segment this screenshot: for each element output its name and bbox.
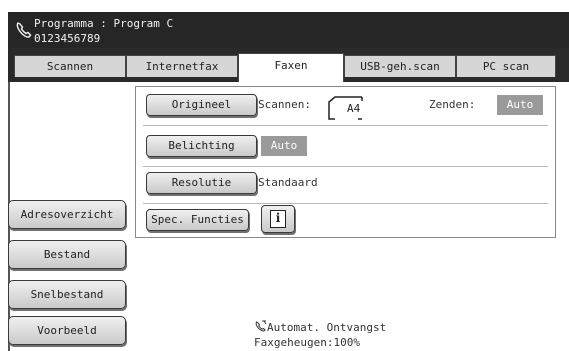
settings-box: Origineel Scannen: A4 Zenden: Auto Belic… [135, 86, 556, 238]
preview-button[interactable]: Voorbeeld [8, 316, 126, 345]
tab-scannen[interactable]: Scannen [14, 55, 126, 77]
special-functions-button[interactable]: Spec. Functies [146, 209, 249, 231]
info-button[interactable]: i [261, 205, 295, 233]
tab-usb-scan[interactable]: USB-geh.scan [344, 55, 456, 77]
send-value[interactable]: Auto [497, 95, 543, 115]
exposure-value: Auto [261, 136, 307, 156]
mode-tabs: Scannen Internetfax Faxen USB-geh.scan P… [8, 48, 569, 82]
scan-size-value: A4 [347, 102, 361, 115]
fax-receive-icon [255, 320, 267, 332]
fax-memory-status: Faxgeheugen:100% [254, 336, 360, 349]
original-button[interactable]: Origineel [146, 94, 257, 116]
row-divider [143, 166, 548, 167]
program-header: Programma : Program C 0123456789 [8, 12, 569, 48]
phone-icon [16, 22, 32, 38]
auto-receive-text: Automat. Ontvangst [267, 321, 387, 334]
send-label: Zenden: [429, 98, 476, 111]
resolution-value: Standaard [258, 176, 318, 189]
exposure-button[interactable]: Belichting [146, 135, 257, 157]
file-button[interactable]: Bestand [8, 240, 126, 269]
info-icon: i [270, 210, 286, 228]
resolution-button[interactable]: Resolutie [146, 172, 257, 194]
quick-file-button[interactable]: Snelbestand [8, 280, 126, 309]
tab-pc-scan[interactable]: PC scan [456, 55, 556, 77]
scan-label: Scannen: [258, 98, 311, 111]
row-divider [143, 125, 548, 126]
auto-receive-status: Automat. Ontvangst [254, 320, 386, 335]
status-area: Automat. Ontvangst Faxgeheugen:100% [254, 320, 386, 350]
address-book-button[interactable]: Adresoverzicht [8, 200, 126, 229]
row-divider [143, 203, 548, 204]
program-title: Programma : Program C [34, 17, 174, 30]
fax-number: 0123456789 [34, 32, 101, 45]
tab-faxen[interactable]: Faxen [238, 53, 344, 82]
tab-internetfax[interactable]: Internetfax [126, 55, 238, 77]
